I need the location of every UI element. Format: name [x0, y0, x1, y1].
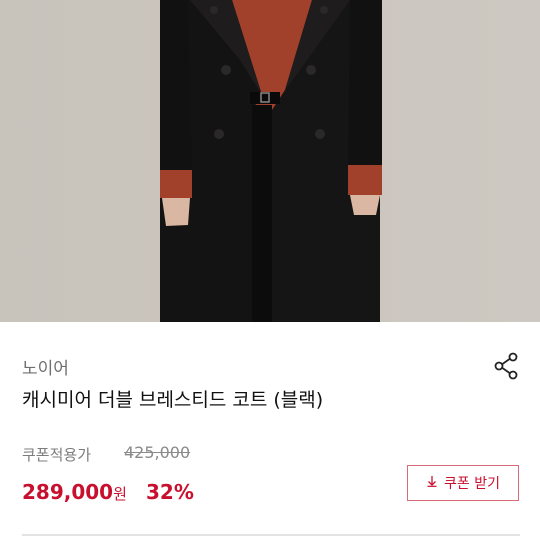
original-price: 425,000	[124, 443, 191, 462]
coat-model-image	[0, 0, 540, 322]
coupon-price-label: 쿠폰적용가	[22, 446, 92, 464]
sale-price: 289,000원	[22, 480, 127, 504]
discount-rate: 32%	[146, 480, 194, 504]
share-icon[interactable]	[492, 352, 520, 380]
product-title: 캐시미어 더블 브레스티드 코트 (블랙)	[22, 389, 324, 411]
brand-name[interactable]: 노이어	[22, 354, 69, 379]
download-arrow-icon	[426, 475, 438, 491]
divider	[22, 534, 520, 536]
get-coupon-button[interactable]: 쿠폰 받기	[407, 465, 519, 501]
product-info-panel	[0, 322, 540, 540]
product-photo	[0, 0, 540, 322]
get-coupon-label: 쿠폰 받기	[444, 476, 500, 492]
currency-unit: 원	[113, 485, 127, 503]
sale-price-value: 289,000	[22, 480, 114, 504]
